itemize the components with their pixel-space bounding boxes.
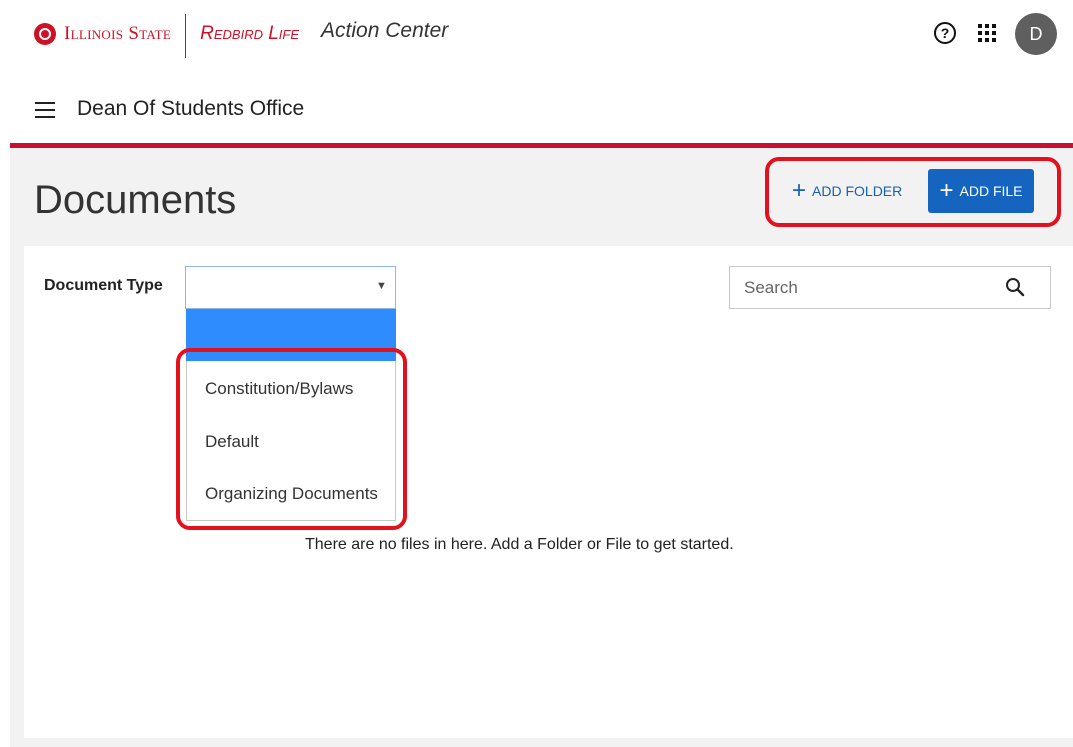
university-seal-icon (34, 23, 56, 45)
plus-icon: + (792, 177, 807, 204)
search-icon[interactable] (1005, 277, 1025, 297)
avatar[interactable]: D (1015, 13, 1057, 55)
search-input[interactable] (742, 276, 996, 299)
app-title: Action Center (321, 19, 449, 42)
add-folder-label: ADD FOLDER (812, 183, 903, 199)
apps-grid-icon[interactable] (978, 24, 996, 42)
plus-icon: + (939, 177, 954, 204)
brand-logo[interactable]: Illinois State Redbird Life Action Cente… (34, 14, 449, 61)
hamburger-menu-icon[interactable] (35, 102, 55, 118)
org-name[interactable]: Dean Of Students Office (77, 97, 304, 121)
add-file-label: ADD FILE (959, 183, 1023, 199)
document-type-label: Document Type (44, 277, 163, 294)
empty-state-message: There are no files in here. Add a Folder… (305, 536, 734, 553)
help-icon[interactable]: ? (934, 22, 956, 44)
top-bar: Illinois State Redbird Life Action Cente… (0, 0, 1073, 70)
dropdown-option[interactable]: Constitution/Bylaws (205, 379, 353, 399)
search-field[interactable] (729, 266, 1051, 309)
page-title: Documents (34, 178, 237, 222)
add-file-button[interactable]: + ADD FILE (928, 169, 1034, 213)
add-folder-button[interactable]: + ADD FOLDER (786, 170, 908, 212)
dropdown-option[interactable]: Organizing Documents (205, 484, 378, 504)
brand-university: Illinois State (64, 23, 172, 44)
documents-panel (24, 246, 1073, 738)
caret-down-icon: ▼ (376, 280, 387, 292)
dropdown-option[interactable]: Default (205, 432, 259, 452)
document-type-select[interactable] (185, 266, 396, 309)
brand-divider (185, 14, 187, 58)
dropdown-option-empty[interactable] (186, 309, 396, 361)
brand-product: Redbird Life (200, 23, 300, 44)
